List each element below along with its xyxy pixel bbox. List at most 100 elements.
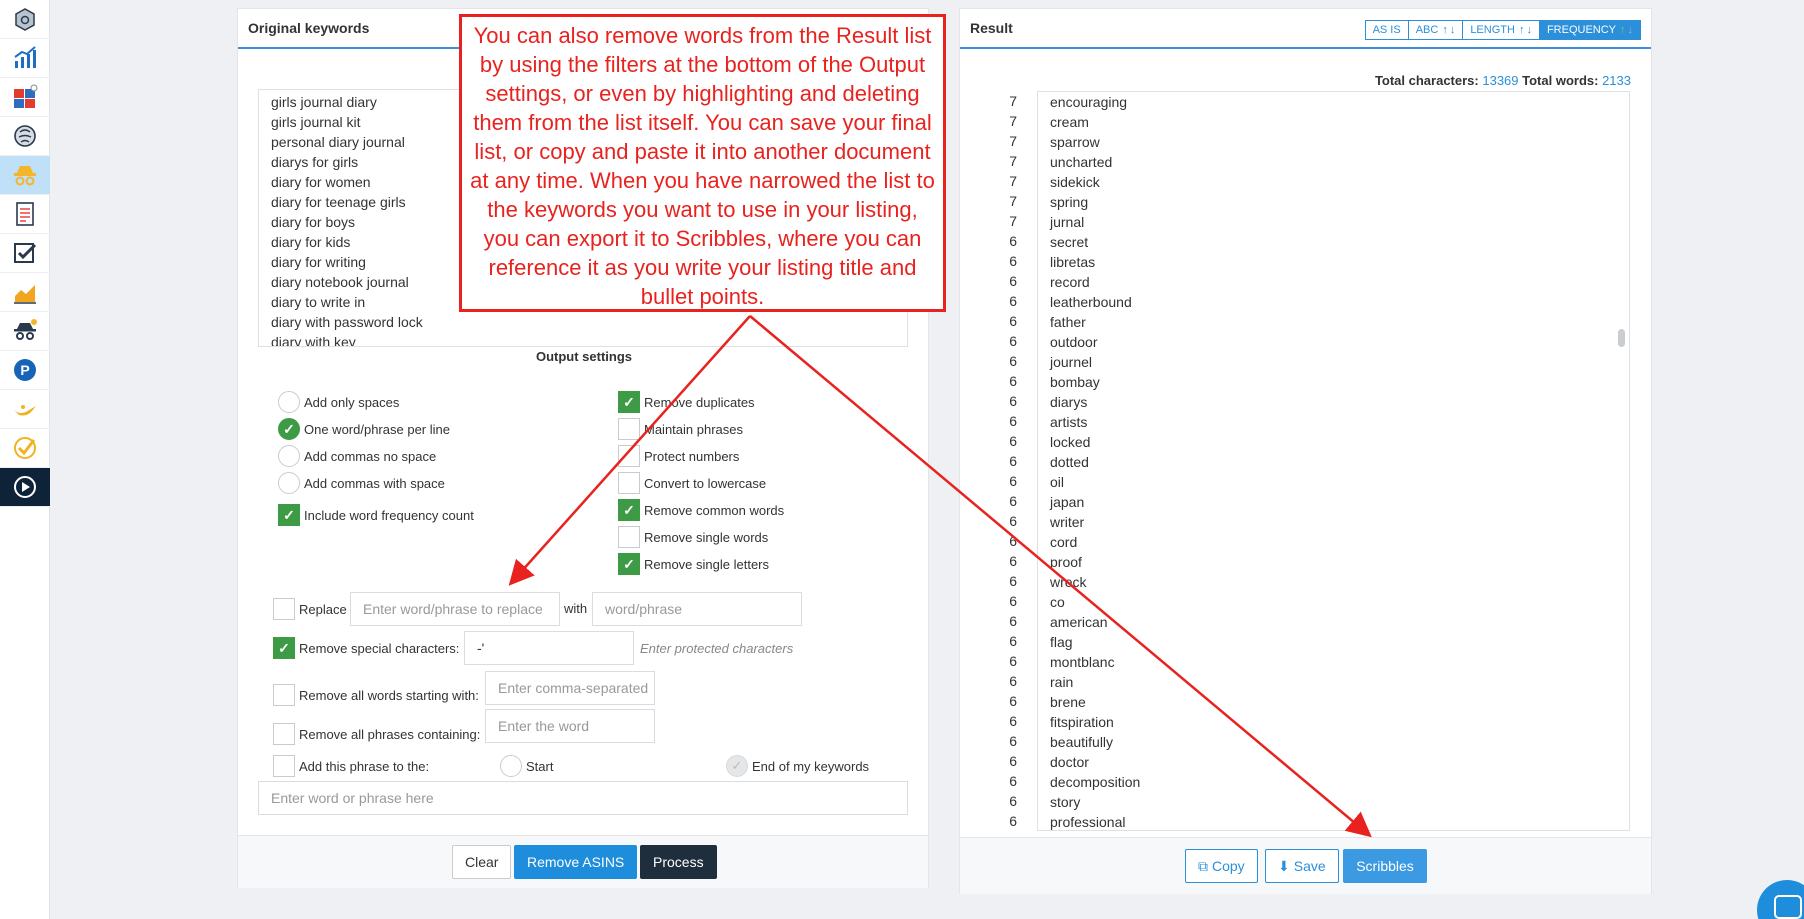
frequency-value: 7 [1009,153,1017,169]
scribbles-button[interactable]: Scribbles [1343,849,1427,883]
result-word: dotted [1050,454,1089,470]
option-commas-with-space[interactable]: Add commas with space [278,472,445,494]
frequency-value: 6 [1009,333,1017,349]
checkbox[interactable] [618,499,640,521]
option-one-per-line[interactable]: One word/phrase per line [278,418,450,440]
rail-checklist[interactable] [0,234,50,273]
radio-button[interactable] [278,472,300,494]
add-phrase-end[interactable]: End of my keywords [726,755,869,777]
rail-puzzle[interactable] [0,78,50,117]
rail-incognito[interactable] [0,312,50,351]
add-phrase-option[interactable]: Add this phrase to the: [273,755,429,777]
checkbox[interactable] [618,526,640,548]
frequency-value: 7 [1009,213,1017,229]
chat-launcher-icon[interactable] [1757,880,1804,919]
special-chars-input[interactable]: -' [464,631,634,665]
option-label: Remove common words [644,502,785,518]
p-circle-icon: P [14,359,36,381]
option-add-only-spaces[interactable]: Add only spaces [278,391,399,413]
checkbox[interactable] [273,637,295,659]
rail-spy[interactable] [0,156,50,195]
sort-as-is-button[interactable]: AS IS [1364,20,1409,40]
annotation-callout: You can also remove words from the Resul… [459,14,946,312]
spy-hat-icon [14,166,36,186]
result-word: diarys [1050,394,1088,410]
result-word: locked [1050,434,1091,450]
svg-text:P: P [20,362,29,378]
option-label: Remove single words [644,529,769,545]
save-button[interactable]: ⬇ Save [1265,849,1339,883]
sort-frequency-button[interactable]: FREQUENCY ↑ ↓ [1538,20,1641,40]
lamp-icon [14,405,36,416]
checkbox[interactable] [618,445,640,467]
remove-asins-button[interactable]: Remove ASINS [514,845,638,879]
checkbox[interactable] [273,723,295,745]
option-protect-numbers[interactable]: Protect numbers [618,445,739,467]
radio-button[interactable] [726,755,748,777]
clear-button[interactable]: Clear [452,845,512,879]
checkbox[interactable] [618,418,640,440]
result-textarea[interactable]: encouraging cream sparrow uncharted sidekick… [1037,91,1630,831]
option-remove-single-words[interactable]: Remove single words [618,526,768,548]
scrollbar-thumb[interactable] [1618,329,1625,347]
add-phrase-start[interactable]: Start [500,755,553,777]
option-remove-common[interactable]: Remove common words [618,499,784,521]
rail-cube[interactable] [0,0,50,39]
checkbox[interactable] [618,472,640,494]
result-word: record [1050,274,1090,290]
copy-button[interactable]: ⧉ Copy [1185,849,1258,883]
result-word: cream [1050,114,1089,130]
result-word: japan [1050,494,1085,510]
radio-button[interactable] [278,418,300,440]
frequency-value: 7 [1009,133,1017,149]
radio-button[interactable] [278,391,300,413]
total-words-value: 2133 [1602,73,1631,88]
replace-to-input[interactable]: word/phrase [592,592,802,626]
arrow-down-icon: ↓ [1627,24,1634,36]
cube-icon [15,8,35,31]
starting-with-input[interactable]: Enter comma-separated [485,671,655,705]
rail-p[interactable]: P [0,351,50,390]
option-label: Convert to lowercase [644,475,767,491]
checkbox[interactable] [618,553,640,575]
checkbox[interactable] [618,391,640,413]
rail-lamp[interactable] [0,390,50,429]
option-commas-no-space[interactable]: Add commas no space [278,445,436,467]
containing-option[interactable]: Remove all phrases containing: [273,723,480,745]
sort-abc-button[interactable]: ABC ↑ ↓ [1407,20,1464,40]
radio-button[interactable] [500,755,522,777]
rail-brain[interactable] [0,117,50,156]
rail-area[interactable] [0,273,50,312]
containing-input[interactable]: Enter the word [485,709,655,743]
rail-chart[interactable] [0,39,50,78]
frequency-value: 6 [1009,753,1017,769]
frequency-value: 6 [1009,653,1017,669]
replace-option[interactable]: Replace [273,598,347,620]
result-word: bombay [1050,374,1100,390]
rail-doc[interactable] [0,195,50,234]
starting-with-option[interactable]: Remove all words starting with: [273,684,479,706]
option-label: Replace [299,601,347,617]
phrase-input[interactable]: Enter word or phrase here [258,781,908,815]
rail-check-badge[interactable] [0,429,50,468]
download-icon: ⬇ [1278,857,1290,874]
result-word: jurnal [1050,214,1085,230]
totals: Total characters: 13369 Total words: 213… [1375,73,1631,88]
option-maintain-phrases[interactable]: Maintain phrases [618,418,743,440]
checkbox[interactable] [273,684,295,706]
result-word: brene [1050,694,1086,710]
checkbox[interactable] [273,598,295,620]
replace-from-input[interactable]: Enter word/phrase to replace [350,592,560,626]
frequency-value: 6 [1009,773,1017,789]
sort-length-button[interactable]: LENGTH ↑ ↓ [1462,20,1540,40]
checkbox[interactable] [278,504,300,526]
checkbox[interactable] [273,755,295,777]
process-button[interactable]: Process [640,845,717,879]
option-lowercase[interactable]: Convert to lowercase [618,472,766,494]
option-remove-single-letters[interactable]: Remove single letters [618,553,769,575]
special-chars-option[interactable]: Remove special characters: [273,637,459,659]
rail-play[interactable] [0,468,50,507]
radio-button[interactable] [278,445,300,467]
option-frequency-count[interactable]: Include word frequency count [278,504,474,526]
option-remove-duplicates[interactable]: Remove duplicates [618,391,755,413]
